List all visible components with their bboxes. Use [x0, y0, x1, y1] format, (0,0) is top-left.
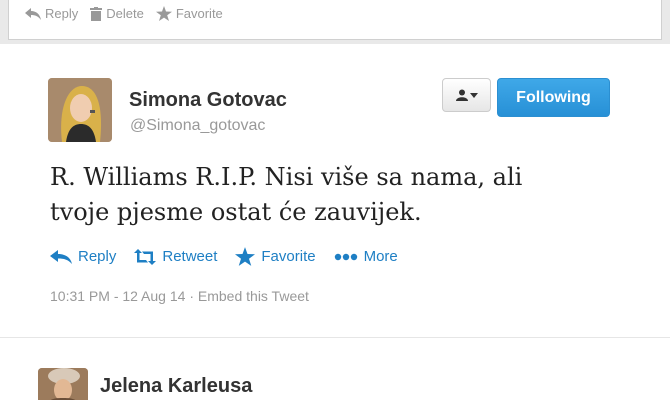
tweet-actions: Reply Retweet Favorite More [50, 247, 398, 266]
reply-button[interactable]: Reply [50, 247, 116, 266]
trash-icon [90, 6, 103, 21]
more-label: More [363, 248, 398, 265]
star-icon [155, 6, 172, 21]
reply-icon [50, 249, 72, 264]
reply-label: Reply [45, 6, 79, 21]
chevron-down-icon [469, 92, 478, 98]
next-tweet-author-name[interactable]: Jelena Karleusa [100, 375, 252, 398]
meta-separator: · [189, 288, 198, 304]
avatar[interactable] [48, 78, 112, 142]
avatar-image [38, 368, 88, 400]
tweet-card: Simona Gotovac @Simona_gotovac Following… [0, 44, 670, 400]
tweet-text: R. Williams R.I.P. Nisi više sa nama, al… [50, 160, 610, 230]
divider [0, 337, 670, 338]
favorite-label: Favorite [175, 6, 223, 21]
more-dots-icon [334, 253, 357, 260]
previous-tweet-card: Reply Delete Favorite [8, 0, 662, 40]
reply-icon [25, 7, 41, 20]
avatar-image [48, 78, 112, 142]
tweet-text-line-1: R. Williams R.I.P. Nisi više sa nama, al… [50, 163, 523, 191]
next-tweet-avatar[interactable] [38, 368, 88, 400]
author-handle[interactable]: @Simona_gotovac [130, 117, 265, 135]
favorite-label: Favorite [261, 248, 316, 265]
reply-action[interactable]: Reply [25, 6, 78, 21]
embed-link[interactable]: Embed this Tweet [198, 288, 309, 304]
user-actions-button[interactable] [442, 78, 491, 112]
person-icon [455, 89, 468, 101]
favorite-button[interactable]: Favorite [235, 247, 316, 266]
delete-action[interactable]: Delete [90, 6, 144, 21]
retweet-icon [134, 248, 157, 265]
tweet-text-line-2: tvoje pjesme ostat će zauvijek. [50, 198, 422, 226]
more-button[interactable]: More [334, 247, 398, 266]
retweet-label: Retweet [162, 248, 218, 265]
author-name[interactable]: Simona Gotovac [129, 89, 287, 112]
reply-label: Reply [78, 248, 117, 265]
previous-tweet-actions: Reply Delete Favorite [25, 6, 223, 21]
favorite-action[interactable]: Favorite [155, 6, 223, 21]
retweet-button[interactable]: Retweet [134, 247, 217, 266]
delete-label: Delete [106, 6, 144, 21]
following-button[interactable]: Following [497, 78, 610, 117]
star-icon [235, 247, 256, 266]
timestamp[interactable]: 10:31 PM - 12 Aug 14 [50, 288, 185, 304]
tweet-meta: 10:31 PM - 12 Aug 14 · Embed this Tweet [50, 288, 309, 304]
